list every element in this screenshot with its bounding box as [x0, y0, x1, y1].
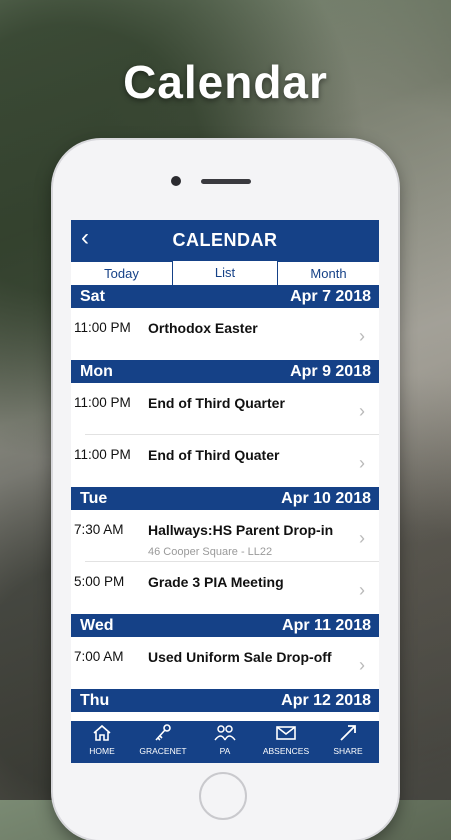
tabbar-item-gracenet[interactable]: GRACENET: [132, 724, 194, 756]
event-list[interactable]: Sat Apr 7 2018 11:00 PM Orthodox Easter …: [71, 285, 379, 721]
tabbar-label: SHARE: [333, 746, 363, 756]
day-name: Thu: [80, 692, 110, 709]
event-row[interactable]: 7:30 AM Hallways:HS Parent Drop-in 46 Co…: [71, 510, 379, 562]
home-icon: [71, 724, 133, 745]
tabbar-item-pa[interactable]: PA: [194, 724, 256, 756]
day-header: Mon Apr 9 2018: [71, 360, 379, 383]
tabbar-label: PA: [219, 746, 231, 756]
home-hardware-button[interactable]: [199, 772, 247, 820]
nav-bar: ‹ CALENDAR: [71, 220, 379, 258]
event-title: Orthodox Easter: [148, 320, 258, 336]
tab-list[interactable]: List: [173, 261, 277, 285]
chevron-right-icon: ›: [359, 453, 365, 473]
tabbar-label: HOME: [89, 746, 115, 756]
event-time: 7:30 AM: [74, 522, 124, 537]
event-title: Hallways:HS Parent Drop-in: [148, 522, 334, 538]
event-time: 7:00 AM: [74, 649, 124, 664]
chevron-right-icon: ›: [359, 655, 365, 675]
chevron-right-icon: ›: [359, 528, 365, 548]
people-icon: [194, 724, 256, 745]
tabbar-item-absences[interactable]: ABSENCES: [255, 724, 317, 756]
day-name: Tue: [80, 490, 108, 507]
day-date: Apr 12 2018: [281, 692, 371, 709]
tabbar-label: GRACENET: [139, 746, 187, 756]
event-row[interactable]: 5:00 PM Grade 3 PIA Meeting ›: [71, 562, 379, 614]
bottom-tab-bar: HOME GRACENET PA ABSENCES SHARE: [71, 721, 379, 763]
camera: [171, 176, 181, 186]
day-date: Apr 7 2018: [290, 288, 371, 305]
event-time: 11:00 PM: [74, 447, 131, 462]
event-time: 11:00 PM: [74, 395, 131, 410]
event-location: 46 Cooper Square - LL22: [148, 546, 273, 558]
day-date: Apr 10 2018: [281, 490, 371, 507]
speaker: [201, 179, 251, 184]
day-name: Mon: [80, 363, 113, 380]
event-row[interactable]: 11:00 PM Orthodox Easter ›: [71, 308, 379, 360]
app-screen: ‹ CALENDAR Today List Month Sat Apr 7 20…: [71, 220, 379, 763]
event-title: End of Third Quarter: [148, 395, 285, 411]
tabbar-item-share[interactable]: SHARE: [317, 724, 379, 756]
view-tabs: Today List Month: [71, 258, 379, 285]
day-name: Sat: [80, 288, 105, 305]
chevron-right-icon: ›: [359, 326, 365, 346]
page-title: CALENDAR: [172, 230, 278, 250]
tab-today[interactable]: Today: [71, 262, 172, 285]
event-row[interactable]: 11:00 PM End of Third Quater ›: [71, 435, 379, 487]
event-row[interactable]: 7:00 AM Used Uniform Sale Drop-off ›: [71, 637, 379, 689]
tabbar-label: ABSENCES: [262, 746, 310, 756]
day-header: Sat Apr 7 2018: [71, 285, 379, 308]
envelope-icon: [255, 724, 317, 745]
day-date: Apr 11 2018: [282, 617, 371, 634]
day-header: Tue Apr 10 2018: [71, 487, 379, 510]
chevron-right-icon: ›: [359, 580, 365, 600]
day-header: Wed Apr 11 2018: [71, 614, 379, 637]
chevron-right-icon: ›: [359, 401, 365, 421]
event-title: Used Uniform Sale Drop-off: [148, 649, 332, 665]
event-row[interactable]: 11:00 PM End of Third Quarter ›: [71, 383, 379, 435]
event-time: 5:00 PM: [74, 574, 125, 589]
day-header: Thu Apr 12 2018: [71, 689, 379, 712]
day-date: Apr 9 2018: [290, 363, 371, 380]
tabbar-item-home[interactable]: HOME: [71, 724, 133, 756]
key-icon: [132, 724, 194, 745]
day-name: Wed: [80, 617, 114, 634]
event-title: End of Third Quater: [148, 447, 280, 463]
share-icon: [317, 724, 379, 745]
event-time: 11:00 PM: [74, 320, 131, 335]
promo-headline: Calendar: [123, 56, 328, 108]
event-title: Grade 3 PIA Meeting: [148, 574, 284, 590]
tab-month[interactable]: Month: [278, 262, 379, 285]
